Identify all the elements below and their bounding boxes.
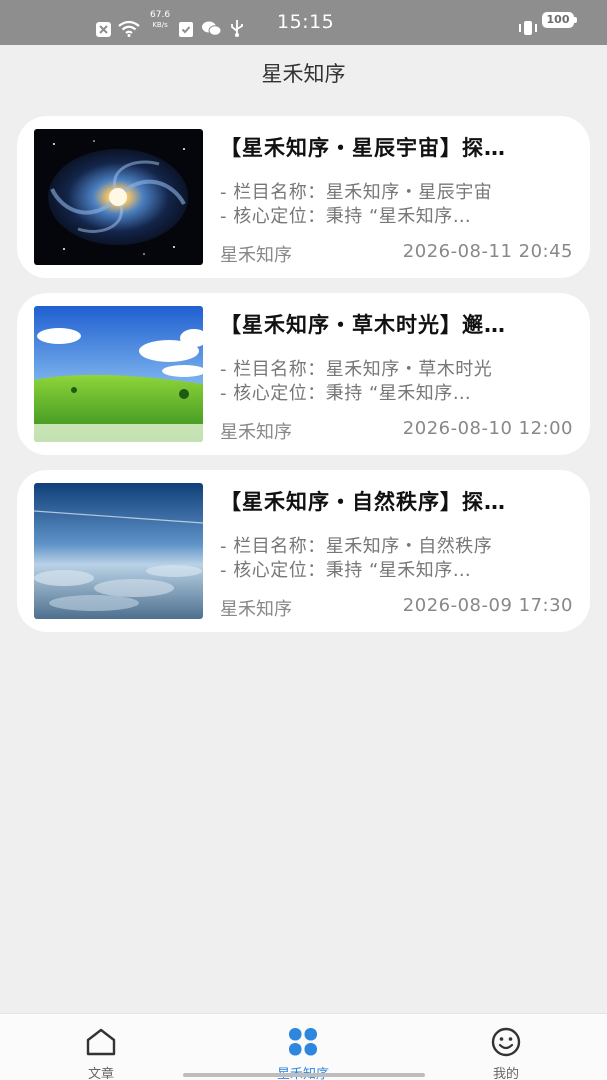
bottom-navigation: 文章 星禾知序 我的 <box>0 1013 607 1080</box>
wechat-icon <box>202 21 221 36</box>
smiley-icon <box>491 1027 521 1057</box>
article-author: 星禾知序 <box>220 599 292 620</box>
article-date: 2026-08-09 17:30 <box>402 595 573 616</box>
article-card[interactable]: 【星禾知序・自然秩序】探… - 栏目名称：星禾知序・自然秩序 - 核心定位：秉持… <box>17 470 590 632</box>
article-title: 【星禾知序・草木时光】邂… <box>220 313 506 337</box>
battery-indicator: 100 <box>542 12 577 28</box>
network-speed: 67.6 KB/s <box>150 10 170 30</box>
network-speed-unit: KB/s <box>152 21 168 29</box>
article-thumbnail-clouds <box>34 483 203 619</box>
article-thumbnail-galaxy <box>34 129 203 265</box>
nav-label-mine: 我的 <box>492 1067 519 1080</box>
clipboard-check-icon <box>179 22 193 37</box>
article-positioning: - 核心定位：秉持 “星禾知序… <box>220 560 472 581</box>
article-column-name: - 栏目名称：星禾知序・星辰宇宙 <box>220 182 493 203</box>
vibrate-icon <box>519 21 537 35</box>
grid-icon <box>289 1028 317 1056</box>
article-card[interactable]: 【星禾知序・星辰宇宙】探… - 栏目名称：星禾知序・星辰宇宙 - 核心定位：秉持… <box>17 116 590 278</box>
nav-tab-articles[interactable]: 文章 <box>41 1014 161 1080</box>
article-column-name: - 栏目名称：星禾知序・草木时光 <box>220 359 493 380</box>
article-date: 2026-08-11 20:45 <box>402 241 573 262</box>
home-indicator[interactable] <box>183 1073 425 1077</box>
article-column-name: - 栏目名称：星禾知序・自然秩序 <box>220 536 493 557</box>
home-icon <box>86 1028 116 1056</box>
page-title: 星禾知序 <box>261 62 346 86</box>
article-thumbnail-meadow <box>34 306 203 442</box>
article-card[interactable]: 【星禾知序・草木时光】邂… - 栏目名称：星禾知序・草木时光 - 核心定位：秉持… <box>17 293 590 455</box>
article-author: 星禾知序 <box>220 245 292 266</box>
article-title: 【星禾知序・自然秩序】探… <box>220 490 506 514</box>
status-time: 15:15 <box>277 11 335 33</box>
nav-tab-mine[interactable]: 我的 <box>446 1014 566 1080</box>
nav-tab-xinghe[interactable]: 星禾知序 <box>243 1014 363 1080</box>
status-bar: 67.6 KB/s 15:15 100 <box>0 0 607 45</box>
article-positioning: - 核心定位：秉持 “星禾知序… <box>220 206 472 227</box>
article-date: 2026-08-10 12:00 <box>402 418 573 439</box>
usb-icon <box>231 20 243 37</box>
nav-label-articles: 文章 <box>87 1067 114 1080</box>
article-title: 【星禾知序・星辰宇宙】探… <box>220 136 506 160</box>
wifi-icon <box>118 20 140 37</box>
nav-label-xinghe: 星禾知序 <box>243 1063 363 1080</box>
article-author: 星禾知序 <box>220 422 292 443</box>
notification-close-icon <box>96 22 111 37</box>
article-positioning: - 核心定位：秉持 “星禾知序… <box>220 383 472 404</box>
network-speed-value: 67.6 <box>150 10 171 20</box>
